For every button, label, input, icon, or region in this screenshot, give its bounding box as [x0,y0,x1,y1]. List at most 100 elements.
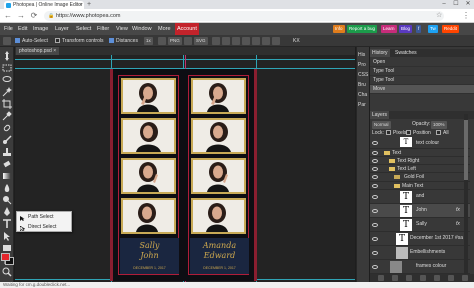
brush-tool-icon[interactable] [2,135,12,145]
align-left-icon[interactable] [158,37,166,45]
tab-history[interactable]: History [370,49,390,57]
visibility-eye-icon[interactable] [372,166,378,171]
layer-style-icon[interactable] [392,275,398,281]
link-layers-icon[interactable] [378,275,384,281]
menu-file[interactable]: File [4,23,13,35]
close-window-button[interactable]: ✕ [462,0,474,9]
direct-select-menu-item[interactable]: Direct Select [17,222,71,232]
new-layer-icon[interactable] [448,275,454,281]
distribute-2-icon[interactable] [222,37,230,45]
scrollbar-thumb[interactable] [464,120,468,180]
distribute-1-icon[interactable] [212,37,220,45]
character-panel-button[interactable]: Cha [358,91,369,100]
layer-row-gold-foil[interactable]: Gold Foil [370,173,470,182]
visibility-eye-icon[interactable] [372,158,378,163]
menu-filter[interactable]: Filter [97,23,109,35]
path-select-menu-item[interactable]: Path Select [17,212,71,222]
visibility-eye-icon[interactable] [372,208,378,213]
auto-select-checkbox[interactable]: Auto-Select [15,35,48,47]
menu-account[interactable]: Account [175,23,199,35]
history-item[interactable]: Type Tool [370,76,474,85]
marquee-tool-icon[interactable] [2,63,12,73]
layer-row-text-group[interactable]: Text [370,149,470,157]
distribute-5-icon[interactable] [252,37,260,45]
history-item[interactable]: Type Tool [370,67,474,76]
visibility-eye-icon[interactable] [372,222,378,227]
history-item-selected[interactable]: Move [370,85,474,94]
learn-button[interactable]: Learn [381,25,397,33]
eraser-tool-icon[interactable] [2,159,12,169]
move-tool-icon[interactable] [2,51,12,61]
layer-row-december[interactable]: T December 1st 2017 #sa [370,232,470,246]
tab-swatches[interactable]: Swatches [393,49,419,57]
minimize-window-button[interactable]: – [438,0,450,9]
pen-tool-icon[interactable] [2,207,12,217]
forward-button[interactable]: → [16,11,26,21]
shape-tool-icon[interactable] [2,243,12,253]
browser-tab[interactable]: Photopea | Online Image Editor × [4,1,84,9]
visibility-eye-icon[interactable] [372,183,378,188]
magic-wand-tool-icon[interactable] [2,87,12,97]
twitter-button[interactable]: Tw [428,25,438,33]
crop-tool-icon[interactable] [2,99,12,109]
css-panel-button[interactable]: CSS [358,71,369,80]
document-canvas[interactable]: Sally John DECEMBER 1, 2017 Amanda Edwar… [110,69,257,281]
menu-window[interactable]: Window [132,23,152,35]
distribute-3-icon[interactable] [232,37,240,45]
distribute-6-icon[interactable] [262,37,270,45]
layer-row-text-left[interactable]: Text Left [370,165,470,173]
document-tab-close-icon[interactable]: × [53,48,56,54]
reddit-button[interactable]: Reddit [442,25,460,33]
document-tab[interactable]: photoshop.psd × [16,47,60,55]
layer-row-john[interactable]: T John fx [370,204,470,218]
fx-badge[interactable]: fx [456,221,460,227]
brush-panel-button[interactable]: Bru [358,81,369,90]
menu-select[interactable]: Select [76,23,91,35]
layer-row-text-colour[interactable]: T text colour [370,137,470,149]
adjustment-layer-icon[interactable] [406,275,412,281]
visibility-eye-icon[interactable] [372,150,378,155]
blog-button[interactable]: Blog [399,25,413,33]
maximize-window-button[interactable]: ☐ [450,0,462,9]
visibility-eye-icon[interactable] [372,264,378,269]
type-tool-icon[interactable] [2,219,12,229]
history-panel-button[interactable]: His [358,51,369,60]
bookmark-star-icon[interactable]: ☆ [436,11,442,21]
visibility-eye-icon[interactable] [372,194,378,199]
menu-edit[interactable]: Edit [18,23,27,35]
layer-row-embellishments[interactable]: Embellishments [370,246,470,260]
new-tab-button[interactable]: + [87,0,91,9]
align-center-icon[interactable] [184,37,192,45]
new-group-icon[interactable] [434,275,440,281]
visibility-eye-icon[interactable] [372,175,378,179]
dodge-tool-icon[interactable] [2,195,12,205]
visibility-eye-icon[interactable] [372,236,378,241]
layer-row-and[interactable]: T and [370,190,470,204]
healing-brush-tool-icon[interactable] [2,123,12,133]
export-svg-button[interactable]: SVG [194,37,208,45]
history-item[interactable]: Open [370,58,474,67]
reload-button[interactable]: ⟳ [29,11,39,21]
gradient-tool-icon[interactable] [2,171,12,181]
kx-label[interactable]: KX [293,35,300,47]
facebook-button[interactable]: f [416,25,422,33]
paragraph-panel-button[interactable]: Par [358,101,369,110]
blur-tool-icon[interactable] [2,183,12,193]
lasso-tool-icon[interactable] [2,75,12,85]
url-field[interactable]: 🔒 https://www.photopea.com [44,11,444,21]
menu-view[interactable]: View [116,23,128,35]
properties-panel-button[interactable]: Pro [358,61,369,70]
visibility-eye-icon[interactable] [372,250,378,255]
layer-row-sally[interactable]: T Sally fx [370,218,470,232]
distribute-7-icon[interactable] [272,37,280,45]
export-png-button[interactable]: PNG [168,37,182,45]
path-select-tool-icon[interactable] [2,231,12,241]
layers-scrollbar[interactable] [464,114,468,274]
eyedropper-tool-icon[interactable] [2,111,12,121]
zoom-tool-icon[interactable] [2,267,12,277]
fx-badge[interactable]: fx [456,207,460,213]
back-button[interactable]: ← [3,11,13,21]
distances-checkbox[interactable]: Distances [109,35,138,47]
mask-icon[interactable] [420,275,426,281]
visibility-eye-icon[interactable] [372,141,378,145]
